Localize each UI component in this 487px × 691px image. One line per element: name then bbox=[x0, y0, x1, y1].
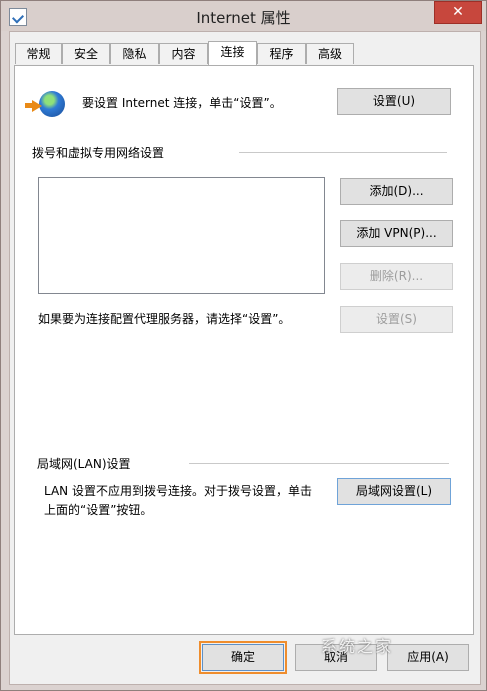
tab-security[interactable]: 安全 bbox=[62, 43, 110, 64]
tab-programs[interactable]: 程序 bbox=[257, 43, 306, 64]
tab-content[interactable]: 内容 bbox=[159, 43, 208, 64]
add-connection-button[interactable]: 添加(D)... bbox=[340, 178, 453, 205]
lan-description-line1: LAN 设置不应用到拨号连接。对于拨号设置，单击 bbox=[44, 484, 312, 498]
dialog-client-area: 常规 安全 隐私 内容 连接 程序 高级 要设置 Internet 连接，单击“… bbox=[9, 31, 481, 685]
internet-globe-icon bbox=[39, 91, 65, 117]
close-button[interactable]: ✕ bbox=[434, 1, 482, 24]
tab-privacy[interactable]: 隐私 bbox=[110, 43, 159, 64]
internet-properties-dialog: Internet 属性 ✕ 常规 安全 隐私 内容 连接 程序 高级 要设置 I… bbox=[0, 0, 487, 691]
connect-arrow-icon bbox=[32, 100, 42, 112]
title-bar[interactable]: Internet 属性 ✕ bbox=[1, 1, 486, 31]
setup-button[interactable]: 设置(U) bbox=[337, 88, 451, 115]
setup-instruction-text: 要设置 Internet 连接，单击“设置”。 bbox=[82, 96, 282, 110]
lan-group-divider bbox=[189, 463, 449, 464]
connection-settings-button[interactable]: 设置(S) bbox=[340, 306, 453, 333]
lan-group-label: 局域网(LAN)设置 bbox=[37, 455, 135, 472]
tab-advanced[interactable]: 高级 bbox=[306, 43, 354, 64]
site-watermark: 系统之家 bbox=[321, 637, 394, 656]
connections-listbox[interactable] bbox=[38, 177, 325, 294]
connections-panel: 要设置 Internet 连接，单击“设置”。 设置(U) 拨号和虚拟专用网络设… bbox=[14, 65, 474, 635]
add-vpn-button[interactable]: 添加 VPN(P)... bbox=[340, 220, 453, 247]
ok-button[interactable]: 确定 bbox=[199, 641, 287, 674]
tab-general[interactable]: 常规 bbox=[15, 43, 62, 64]
dialup-group-label: 拨号和虚拟专用网络设置 bbox=[32, 144, 169, 161]
tab-connections[interactable]: 连接 bbox=[208, 41, 257, 65]
proxy-instruction-text: 如果要为连接配置代理服务器，请选择“设置”。 bbox=[38, 312, 291, 326]
lan-description-line2: 上面的“设置”按钮。 bbox=[44, 503, 153, 517]
tab-strip: 常规 安全 隐私 内容 连接 程序 高级 bbox=[15, 41, 475, 65]
dialup-group-divider bbox=[239, 152, 447, 153]
window-title: Internet 属性 bbox=[196, 9, 291, 27]
delete-connection-button[interactable]: 删除(R)... bbox=[340, 263, 453, 290]
lan-settings-button[interactable]: 局域网设置(L) bbox=[337, 478, 451, 505]
